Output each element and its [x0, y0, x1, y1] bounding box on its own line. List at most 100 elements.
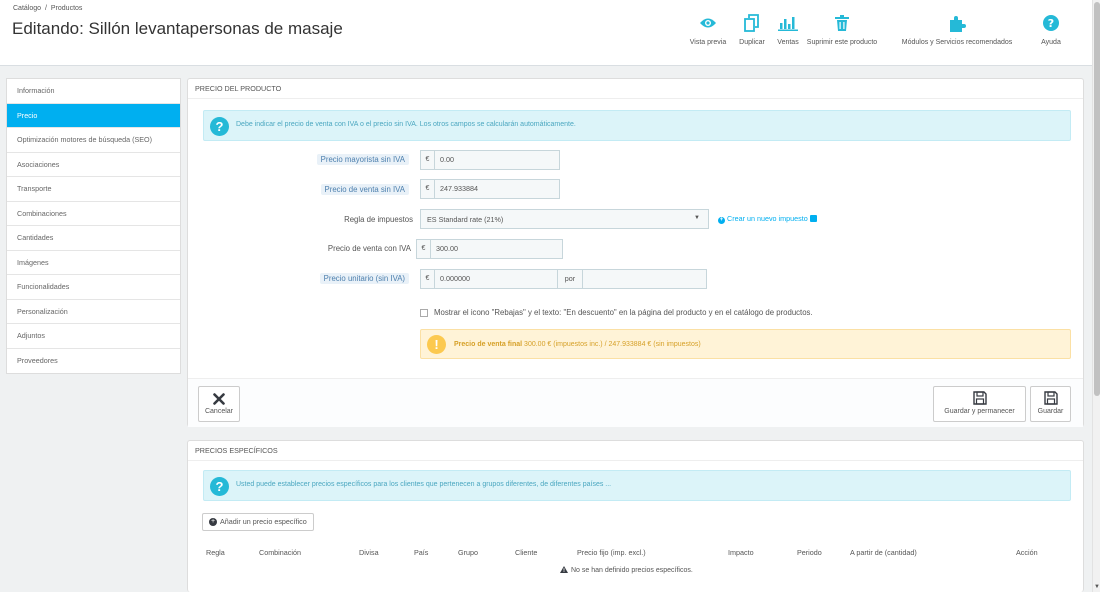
breadcrumb-products[interactable]: Productos [51, 5, 83, 12]
currency-addon: € [421, 270, 435, 288]
final-price-text: Precio de venta final 300.00 € (impuesto… [454, 341, 701, 348]
retail-price-excl-field[interactable]: € 247.933884 [420, 179, 560, 199]
warning-icon [560, 566, 568, 575]
add-specific-price-button[interactable]: + Añadir un precio específico [202, 513, 314, 531]
help-button[interactable]: ? Ayuda [1038, 13, 1064, 46]
trash-icon [806, 13, 878, 33]
plus-circle-icon: + [718, 217, 725, 224]
floppy-disk-icon [934, 387, 1025, 405]
wholesale-price-field[interactable]: € 0.00 [420, 150, 560, 170]
sidebar-item-precio[interactable]: Precio [7, 103, 180, 128]
unit-price-label: Precio unitario (sin IVA) [319, 273, 409, 284]
exclamation-icon: ! [427, 335, 446, 354]
sidebar-item-funcionalidades[interactable]: Funcionalidades [7, 275, 180, 300]
column-header-impacto: Impacto [728, 548, 754, 557]
puzzle-icon [882, 13, 1032, 33]
bar-chart-icon [773, 13, 803, 33]
specific-prices-info-alert: ? Usted puede establecer precios específ… [203, 470, 1071, 501]
save-and-stay-label: Guardar y permanecer [944, 408, 1015, 415]
on-sale-option[interactable]: Mostrar el icono "Rebajas" y el texto: "… [420, 308, 813, 317]
eye-icon [686, 13, 730, 33]
sidebar-item-adjuntos[interactable]: Adjuntos [7, 324, 180, 349]
save-label: Guardar [1037, 408, 1064, 415]
column-header-grupo: Grupo [458, 548, 478, 557]
save-button[interactable]: Guardar [1030, 386, 1071, 422]
empty-table-text: No se han definido precios específicos. [571, 567, 693, 574]
tax-rule-select[interactable]: ES Standard rate (21%) ▼ [420, 209, 709, 229]
floppy-disk-icon [1031, 387, 1070, 405]
tax-rule-value: ES Standard rate (21%) [427, 215, 504, 224]
preview-button[interactable]: Vista previa [686, 13, 730, 46]
currency-addon: € [421, 180, 435, 198]
retail-price-incl-label: Precio de venta con IVA [327, 244, 411, 253]
column-header-cantidad: A partir de (cantidad) [850, 548, 917, 557]
duplicate-button[interactable]: Duplicar [734, 13, 770, 46]
price-info-text: Debe indicar el precio de venta con IVA … [236, 121, 576, 128]
panel-heading: Precio del producto [188, 79, 1083, 99]
create-tax-link[interactable]: + Crear un nuevo impuesto [718, 214, 817, 224]
retail-price-incl-field[interactable]: € 300.00 [416, 239, 563, 259]
sidebar-item-informacion[interactable]: Información [7, 79, 180, 104]
column-header-combinacion: Combinación [259, 548, 301, 557]
specific-prices-panel: Precios específicos ? Usted puede establ… [187, 440, 1084, 592]
final-price-label: Precio de venta final [454, 341, 523, 348]
sales-label: Ventas [777, 39, 799, 46]
column-header-periodo: Periodo [797, 548, 822, 557]
unit-price-input[interactable]: 0.000000 [435, 270, 557, 288]
panel-heading: Precios específicos [188, 441, 1083, 461]
column-header-pais: País [414, 548, 429, 557]
question-icon: ? [210, 117, 229, 136]
wholesale-price-input[interactable]: 0.00 [435, 151, 559, 169]
breadcrumb-catalog[interactable]: Catálogo [13, 5, 41, 12]
retail-price-excl-label: Precio de venta sin IVA [320, 184, 409, 195]
delete-product-button[interactable]: Suprimir este producto [806, 13, 878, 46]
help-icon: ? [1038, 13, 1064, 33]
sidebar-item-combinaciones[interactable]: Combinaciones [7, 202, 180, 226]
cancel-label: Cancelar [204, 408, 233, 415]
column-header-cliente: Cliente [515, 548, 538, 557]
product-price-panel: Precio del producto ? Debe indicar el pr… [187, 78, 1084, 427]
specific-prices-info-text: Usted puede establecer precios específic… [236, 481, 612, 488]
empty-table-message: No se han definido precios específicos. [560, 566, 693, 575]
currency-addon: € [417, 240, 431, 258]
scroll-down-arrow-icon[interactable]: ▼ [1094, 584, 1100, 590]
breadcrumb-separator: / [44, 5, 47, 12]
on-sale-checkbox[interactable] [420, 308, 428, 317]
unit-name-input[interactable] [583, 269, 707, 289]
cancel-button[interactable]: Cancelar [198, 386, 240, 422]
on-sale-label: Mostrar el icono "Rebajas" y el texto: "… [434, 308, 813, 317]
recommended-modules-label: Módulos y Servicios recomendados [901, 39, 1013, 46]
sidebar-item-imagenes[interactable]: Imágenes [7, 251, 180, 275]
page-title: Editando: Sillón levantapersonas de masa… [12, 19, 343, 38]
column-header-divisa: Divisa [359, 548, 379, 557]
sidebar-item-cantidades[interactable]: Cantidades [7, 226, 180, 251]
sidebar-item-seo[interactable]: Optimización motores de búsqueda (SEO) [7, 128, 180, 153]
scrollbar-thumb[interactable] [1094, 2, 1100, 396]
recommended-modules-button[interactable]: Módulos y Servicios recomendados [882, 13, 1032, 46]
sales-button[interactable]: Ventas [773, 13, 803, 46]
page-header: Catálogo / Productos Editando: Sillón le… [0, 0, 1092, 66]
column-header-regla: Regla [206, 548, 225, 557]
question-icon: ? [210, 477, 229, 496]
price-info-alert: ? Debe indicar el precio de venta con IV… [203, 110, 1071, 141]
breadcrumb: Catálogo / Productos [13, 5, 84, 12]
sidebar-item-transporte[interactable]: Transporte [7, 177, 180, 202]
external-link-icon [809, 215, 817, 222]
retail-price-incl-input[interactable]: 300.00 [431, 240, 562, 258]
close-icon [199, 387, 239, 405]
copy-icon [734, 13, 770, 33]
vertical-scrollbar[interactable]: ▼ [1092, 0, 1100, 592]
sidebar-item-proveedores[interactable]: Proveedores [7, 349, 180, 374]
sidebar-item-personalizacion[interactable]: Personalización [7, 300, 180, 324]
save-and-stay-button[interactable]: Guardar y permanecer [933, 386, 1026, 422]
preview-label: Vista previa [689, 39, 727, 46]
currency-addon: € [421, 151, 435, 169]
retail-price-excl-input[interactable]: 247.933884 [435, 180, 559, 198]
sidebar-item-asociaciones[interactable]: Asociaciones [7, 153, 180, 177]
delete-product-label: Suprimir este producto [806, 39, 878, 46]
wholesale-price-label: Precio mayorista sin IVA [316, 154, 409, 165]
column-header-accion: Acción [1016, 548, 1038, 557]
add-specific-price-label: Añadir un precio específico [220, 517, 307, 526]
unit-price-field[interactable]: € 0.000000 [420, 269, 558, 289]
toolbar: Vista previa Duplicar Ventas Suprimir es… [686, 13, 1086, 53]
